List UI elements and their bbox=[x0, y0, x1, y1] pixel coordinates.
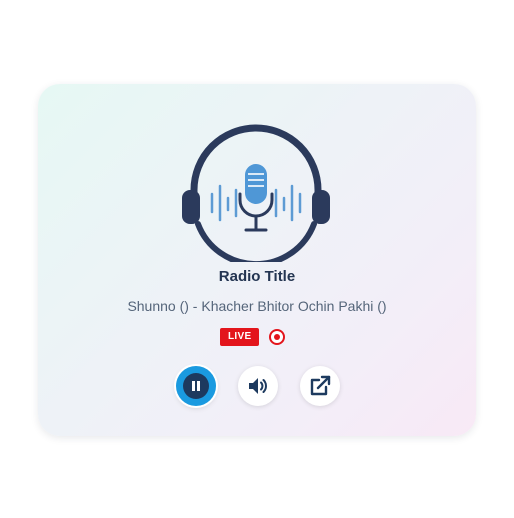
pause-icon bbox=[183, 373, 209, 399]
podcast-logo-icon bbox=[182, 124, 330, 262]
volume-button[interactable] bbox=[238, 366, 278, 406]
pause-button[interactable] bbox=[176, 366, 216, 406]
radio-player-card: Radio Title Shunno () - Khacher Bhitor O… bbox=[38, 84, 476, 436]
radio-title: Radio Title bbox=[218, 268, 296, 285]
popout-button[interactable] bbox=[300, 366, 340, 406]
external-link-icon bbox=[310, 375, 331, 396]
volume-icon bbox=[249, 378, 267, 394]
now-playing-track: Shunno () - Khacher Bhitor Ochin Pakhi (… bbox=[127, 298, 387, 314]
record-indicator-icon bbox=[269, 329, 286, 345]
live-status: LIVE bbox=[220, 326, 286, 348]
live-badge: LIVE bbox=[220, 328, 260, 346]
player-controls bbox=[38, 364, 476, 408]
